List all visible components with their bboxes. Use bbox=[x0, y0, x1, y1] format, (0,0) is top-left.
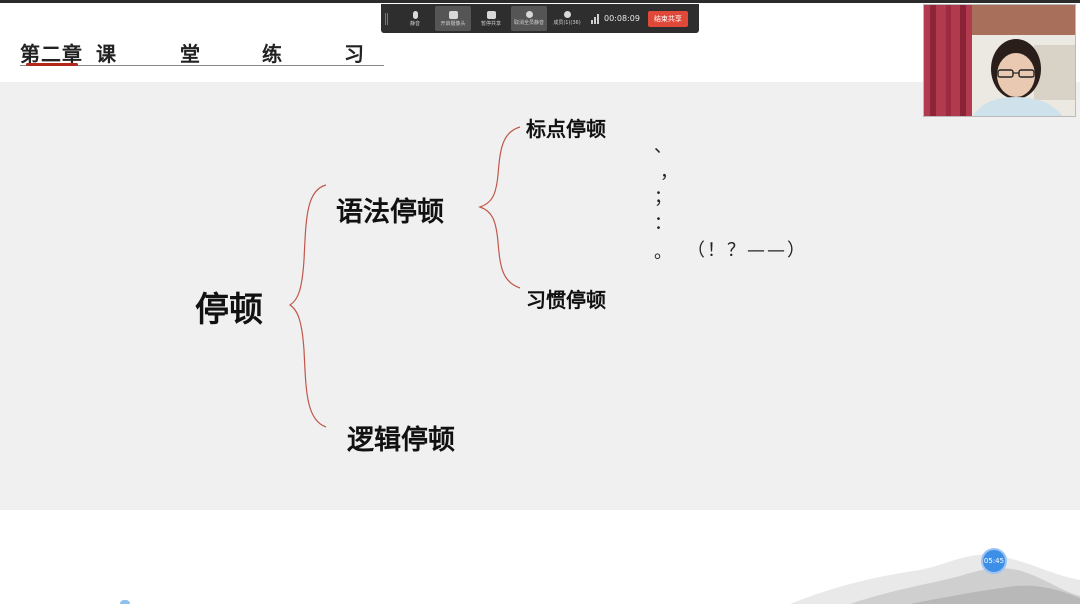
webcam-video-frame bbox=[924, 5, 1075, 116]
mute-button[interactable]: 静音 bbox=[397, 6, 433, 31]
mute-all-button[interactable]: 取消全员静音 bbox=[511, 6, 547, 31]
mute-all-icon bbox=[525, 11, 533, 18]
members-button[interactable]: 成员(1)(36) bbox=[549, 6, 585, 31]
title-accent-bar bbox=[26, 63, 78, 66]
mountain-decoration bbox=[790, 554, 1080, 604]
punctuation-mark-group: （！？——） bbox=[687, 240, 807, 261]
pause-share-icon bbox=[486, 10, 496, 19]
mindmap-punctuation-pause: 标点停顿 bbox=[526, 117, 606, 141]
chapter-title-char-3: 练 bbox=[262, 42, 283, 66]
punctuation-mark: ： bbox=[654, 213, 672, 234]
toolbar-drag-handle[interactable] bbox=[385, 12, 391, 25]
punctuation-mark: ； bbox=[654, 187, 672, 208]
mute-button-label: 静音 bbox=[409, 20, 420, 27]
camera-button-label: 开启摄像头 bbox=[440, 20, 466, 27]
meeting-toolbar: 静音 开启摄像头 暂停共享 取消全员静音 成员(1)(36) 00:08:09 … bbox=[381, 4, 699, 33]
camera-icon bbox=[448, 10, 458, 19]
chapter-title-char-4: 习 bbox=[344, 42, 365, 66]
end-share-button[interactable]: 结束共享 bbox=[647, 10, 688, 27]
punctuation-mark: 。 bbox=[654, 242, 672, 263]
webcam-preview[interactable] bbox=[923, 4, 1076, 117]
chapter-title-char-2: 堂 bbox=[180, 42, 201, 66]
pause-share-button[interactable]: 暂停共享 bbox=[473, 6, 509, 31]
mindmap-root-pause: 停顿 bbox=[195, 290, 263, 330]
mute-all-button-label: 取消全员静音 bbox=[513, 20, 544, 26]
mindmap-habit-pause: 习惯停顿 bbox=[526, 288, 606, 312]
signal-strength-icon bbox=[591, 13, 599, 24]
cursor-indicator bbox=[120, 600, 130, 604]
chapter-title-char-1: 课 bbox=[96, 42, 117, 66]
members-icon bbox=[563, 11, 571, 18]
pause-share-button-label: 暂停共享 bbox=[480, 20, 501, 27]
mindmap-grammar-pause: 语法停顿 bbox=[336, 197, 444, 228]
chapter-title: 第二章 课 堂 练 习 bbox=[20, 38, 384, 68]
members-button-label: 成员(1)(36) bbox=[553, 20, 581, 26]
camera-button[interactable]: 开启摄像头 bbox=[435, 6, 471, 31]
screen-top-strip bbox=[0, 0, 1080, 3]
time-badge[interactable]: 05:45 bbox=[981, 548, 1007, 574]
microphone-icon bbox=[412, 10, 418, 19]
mindmap-logic-pause: 逻辑停顿 bbox=[347, 425, 455, 456]
punctuation-mark: ， bbox=[660, 162, 678, 183]
punctuation-mark: 、 bbox=[654, 136, 672, 157]
meeting-timer: 00:08:09 bbox=[604, 14, 640, 23]
